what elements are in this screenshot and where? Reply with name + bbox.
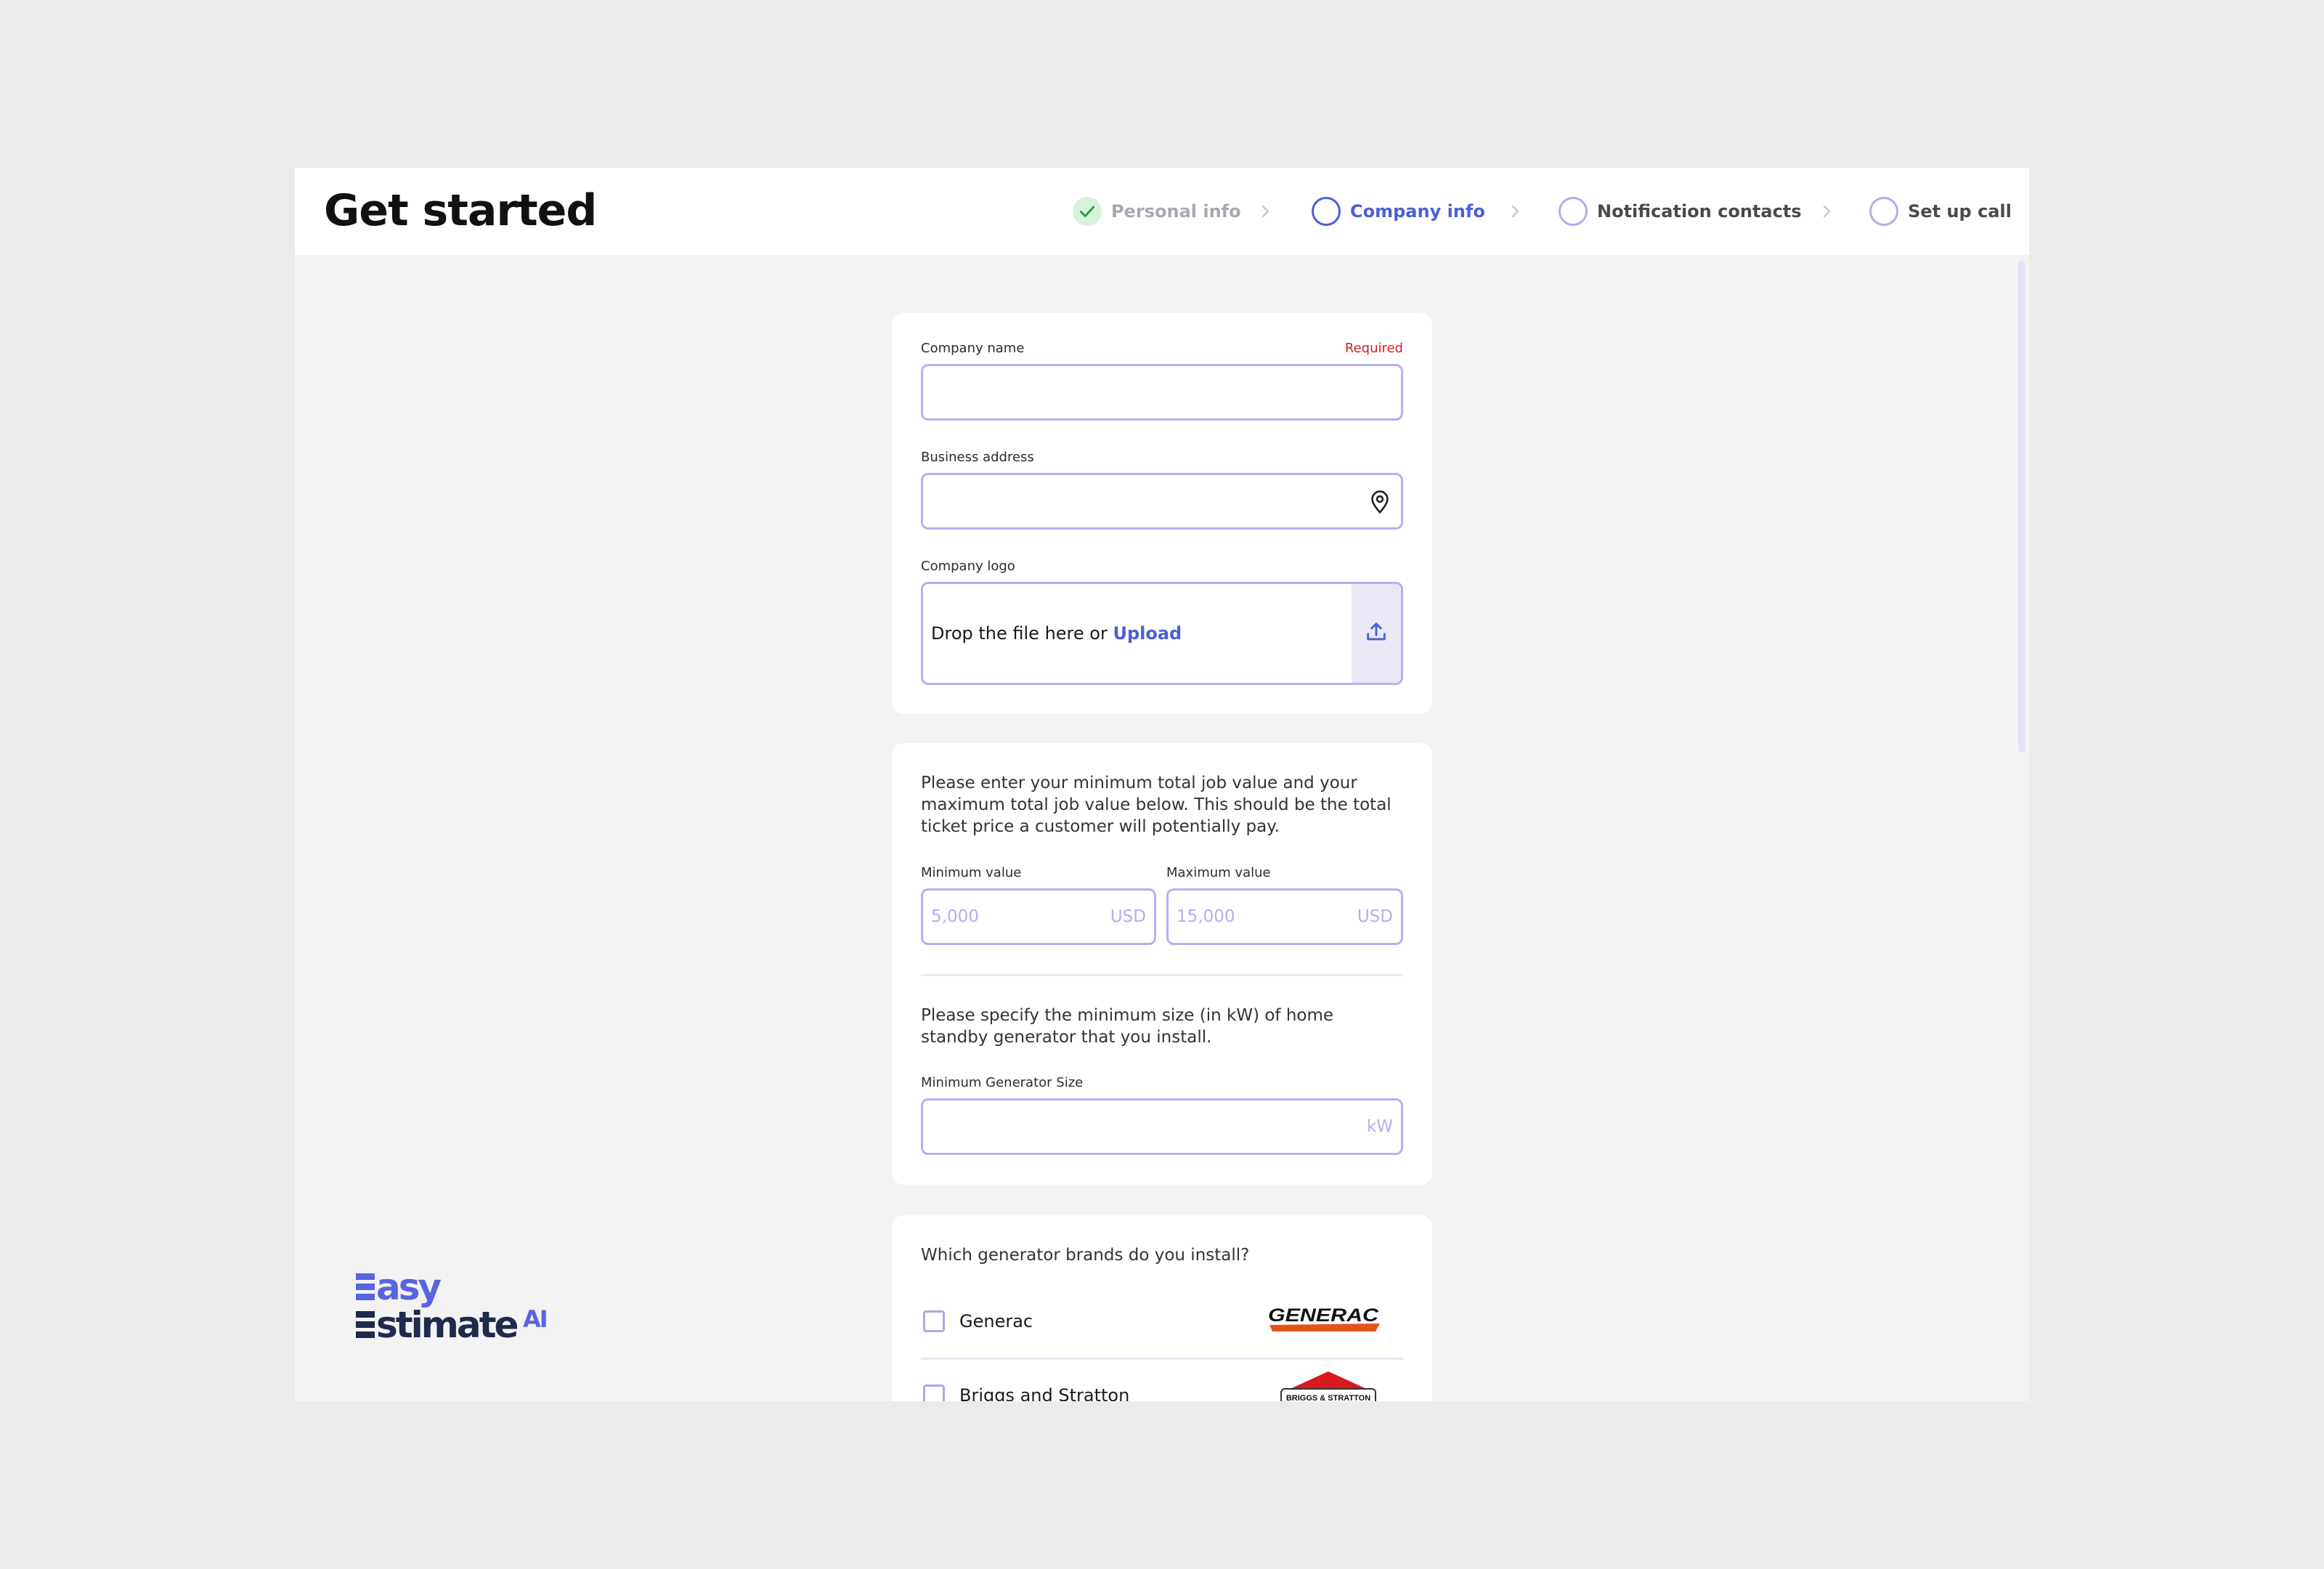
generator-size-label: Minimum Generator Size <box>921 1075 1084 1090</box>
upload-link[interactable]: Upload <box>1113 623 1182 644</box>
required-label: Required <box>1344 341 1403 356</box>
brand-name: Briggs and Stratton <box>959 1385 1130 1401</box>
app-window: Get started Personal info Company info N… <box>295 168 2029 1401</box>
job-value-instructions: Please enter your minimum total job valu… <box>921 774 1391 836</box>
company-name-input[interactable] <box>921 364 1403 421</box>
minimum-value-input[interactable]: 5,000 USD <box>921 888 1156 945</box>
maximum-value-input[interactable]: 15,000 USD <box>1166 888 1403 945</box>
briggs-stratton-checkbox[interactable] <box>923 1384 945 1401</box>
minimum-value-currency: USD <box>1110 907 1146 926</box>
maximum-value-placeholder: 15,000 <box>1177 907 1235 926</box>
step-label: Personal info <box>1111 201 1241 222</box>
step-label: Set up call <box>1908 201 2012 222</box>
business-address-input[interactable] <box>921 473 1403 530</box>
dropzone-label: Drop the file here or <box>931 623 1113 644</box>
step-circle-icon <box>1559 197 1588 226</box>
minimum-value-label: Minimum value <box>921 865 1022 880</box>
briggs-logo-text: BRIGGS & STRATTON <box>1286 1394 1370 1401</box>
dropzone-text: Drop the file here or Upload <box>931 623 1182 644</box>
company-logo-label: Company logo <box>921 559 1015 574</box>
upload-icon <box>1364 620 1389 647</box>
step-set-up-call[interactable]: Set up call <box>1869 197 2012 226</box>
step-label: Company info <box>1350 201 1485 222</box>
generac-logo: GENERAC <box>1267 1305 1383 1337</box>
generator-size-input[interactable]: kW <box>921 1098 1403 1155</box>
briggs-stratton-logo: BRIGGS & STRATTON <box>1274 1369 1383 1401</box>
job-values-card: Please enter your minimum total job valu… <box>892 743 1432 1185</box>
brands-question: Which generator brands do you install? <box>921 1246 1250 1265</box>
brand-row-briggs-and-stratton[interactable]: Briggs and Stratton BRIGGS & STRATTON <box>921 1359 1403 1401</box>
logo-line-2: stimate <box>376 1304 518 1346</box>
step-notification-contacts[interactable]: Notification contacts <box>1559 197 1802 226</box>
brand-name: Generac <box>959 1311 1033 1331</box>
divider <box>921 974 1403 976</box>
logo-line-1: asy <box>376 1270 442 1308</box>
step-label: Notification contacts <box>1597 201 1802 222</box>
brand-row-generac[interactable]: Generac GENERAC <box>921 1285 1403 1358</box>
header-bar: Get started Personal info Company info N… <box>295 168 2029 255</box>
company-name-label: Company name <box>921 341 1025 356</box>
upload-button[interactable] <box>1352 584 1401 683</box>
business-address-label: Business address <box>921 450 1034 465</box>
minimum-value-placeholder: 5,000 <box>931 907 979 926</box>
step-circle-icon <box>1869 197 1898 226</box>
chevron-right-icon <box>1505 201 1525 222</box>
chevron-right-icon <box>1255 201 1275 222</box>
maximum-value-currency: USD <box>1357 907 1393 926</box>
generac-checkbox[interactable] <box>923 1310 945 1332</box>
generator-size-unit: kW <box>1366 1117 1393 1136</box>
chevron-right-icon <box>1816 201 1837 222</box>
easy-estimate-ai-logo: asy stimate AI <box>356 1266 559 1350</box>
step-personal-info[interactable]: Personal info <box>1073 197 1241 226</box>
location-pin-icon[interactable] <box>1368 490 1392 514</box>
maximum-value-label: Maximum value <box>1166 865 1271 880</box>
generator-brands-card: Which generator brands do you install? G… <box>892 1215 1432 1401</box>
generator-size-instructions: Please specify the minimum size (in kW) … <box>921 1006 1334 1047</box>
logo-dropzone[interactable]: Drop the file here or Upload <box>921 582 1403 685</box>
page-title: Get started <box>324 185 597 236</box>
step-company-info[interactable]: Company info <box>1312 197 1485 226</box>
logo-suffix: AI <box>523 1305 547 1333</box>
scrollbar[interactable] <box>2018 261 2026 753</box>
check-icon <box>1073 197 1102 226</box>
generac-logo-text: GENERAC <box>1268 1305 1379 1326</box>
step-circle-icon <box>1312 197 1341 226</box>
company-details-card: Company name Required Business address C… <box>892 313 1432 714</box>
